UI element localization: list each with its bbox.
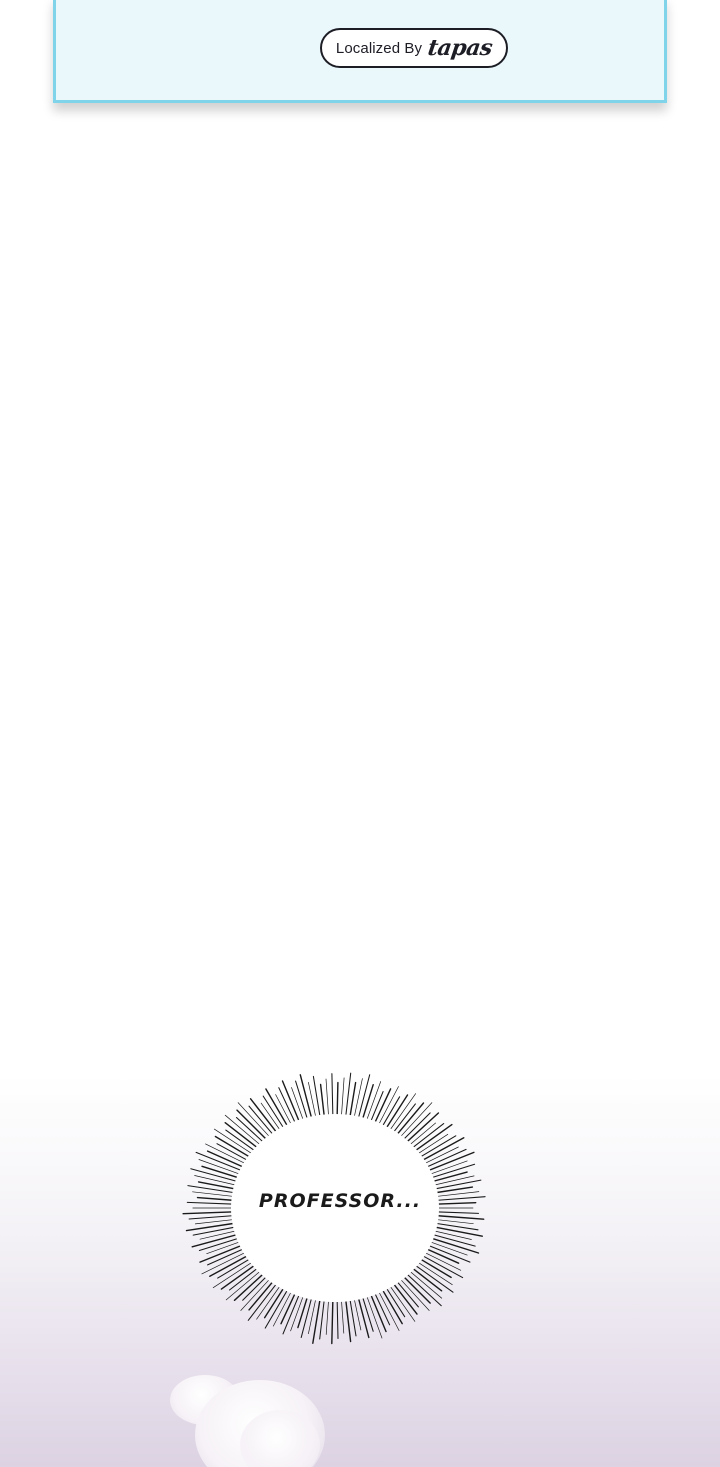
burst-line (361, 1084, 374, 1122)
burst-line (433, 1218, 474, 1225)
burst-line (331, 1297, 334, 1345)
burst-line (263, 1285, 286, 1319)
burst-line (260, 1102, 282, 1133)
burst-line (235, 1116, 266, 1145)
burst-line (192, 1191, 237, 1198)
credit-panel: Localized By tapas (53, 0, 667, 103)
burst-line (340, 1297, 345, 1334)
burst-line (384, 1094, 409, 1131)
burst-line (188, 1214, 236, 1220)
burst-line (325, 1297, 330, 1335)
burst-line (199, 1243, 245, 1263)
localized-by-badge: Localized By tapas (320, 28, 508, 68)
burst-line (262, 1095, 286, 1131)
burst-line (336, 1081, 339, 1119)
burst-line (419, 1137, 465, 1163)
burst-line (217, 1257, 253, 1279)
burst-line (407, 1269, 443, 1299)
burst-line (361, 1294, 374, 1332)
burst-line (312, 1075, 321, 1120)
burst-line (199, 1230, 239, 1240)
burst-line (340, 1077, 345, 1119)
burst-line (388, 1093, 417, 1133)
burst-line (225, 1269, 263, 1301)
burst-line (216, 1143, 251, 1162)
burst-line (344, 1296, 352, 1343)
burst-line (419, 1254, 464, 1279)
burst-line (182, 1211, 236, 1215)
burst-line (412, 1263, 454, 1293)
burst-line (409, 1266, 443, 1292)
burst-line (319, 1083, 326, 1120)
burst-line (242, 1274, 269, 1301)
burst-line (391, 1103, 416, 1135)
burst-line (237, 1102, 272, 1140)
burst-line (249, 1098, 279, 1135)
burst-line (425, 1244, 471, 1263)
burst-line (240, 1276, 272, 1311)
burst-line (299, 1074, 313, 1122)
burst-line (185, 1222, 238, 1232)
burst-line (407, 1122, 436, 1147)
burst-line (186, 1201, 236, 1205)
burst-line (196, 1196, 237, 1202)
burst-line (331, 1073, 334, 1119)
tapas-logo: tapas (426, 35, 494, 61)
burst-line (312, 1296, 322, 1344)
burst-line (415, 1133, 449, 1156)
burst-line (201, 1251, 248, 1275)
burst-line (344, 1072, 352, 1120)
burst-line (425, 1151, 475, 1173)
burst-line (194, 1175, 239, 1186)
burst-line (417, 1257, 452, 1279)
speech-text: PROFESSOR... (258, 1190, 422, 1212)
burst-line (433, 1214, 485, 1220)
burst-line (431, 1230, 472, 1240)
burst-line (394, 1279, 419, 1308)
burst-line (429, 1171, 468, 1183)
burst-line (377, 1289, 400, 1331)
burst-line (434, 1211, 480, 1214)
burst-line (224, 1114, 263, 1147)
burst-line (319, 1296, 326, 1340)
burst-line (325, 1078, 330, 1119)
burst-line (300, 1295, 313, 1339)
credit-prefix: Localized By (335, 39, 423, 57)
burst-line (432, 1225, 483, 1237)
burst-line (357, 1294, 370, 1339)
burst-line (228, 1266, 260, 1291)
burst-line (398, 1276, 430, 1311)
burst-line (336, 1297, 339, 1340)
comic-page: Localized By tapas PROFESSOR... (0, 0, 720, 1467)
burst-line (431, 1175, 475, 1186)
burst-line (380, 1287, 403, 1325)
burst-line (194, 1218, 237, 1225)
burst-line (404, 1112, 440, 1145)
burst-line (225, 1129, 258, 1153)
burst-line (297, 1293, 309, 1329)
burst-line (422, 1251, 462, 1271)
burst-line (388, 1283, 416, 1322)
burst-line (377, 1086, 399, 1127)
burst-line (432, 1179, 482, 1190)
burst-line (195, 1151, 245, 1172)
burst-line (248, 1105, 276, 1137)
